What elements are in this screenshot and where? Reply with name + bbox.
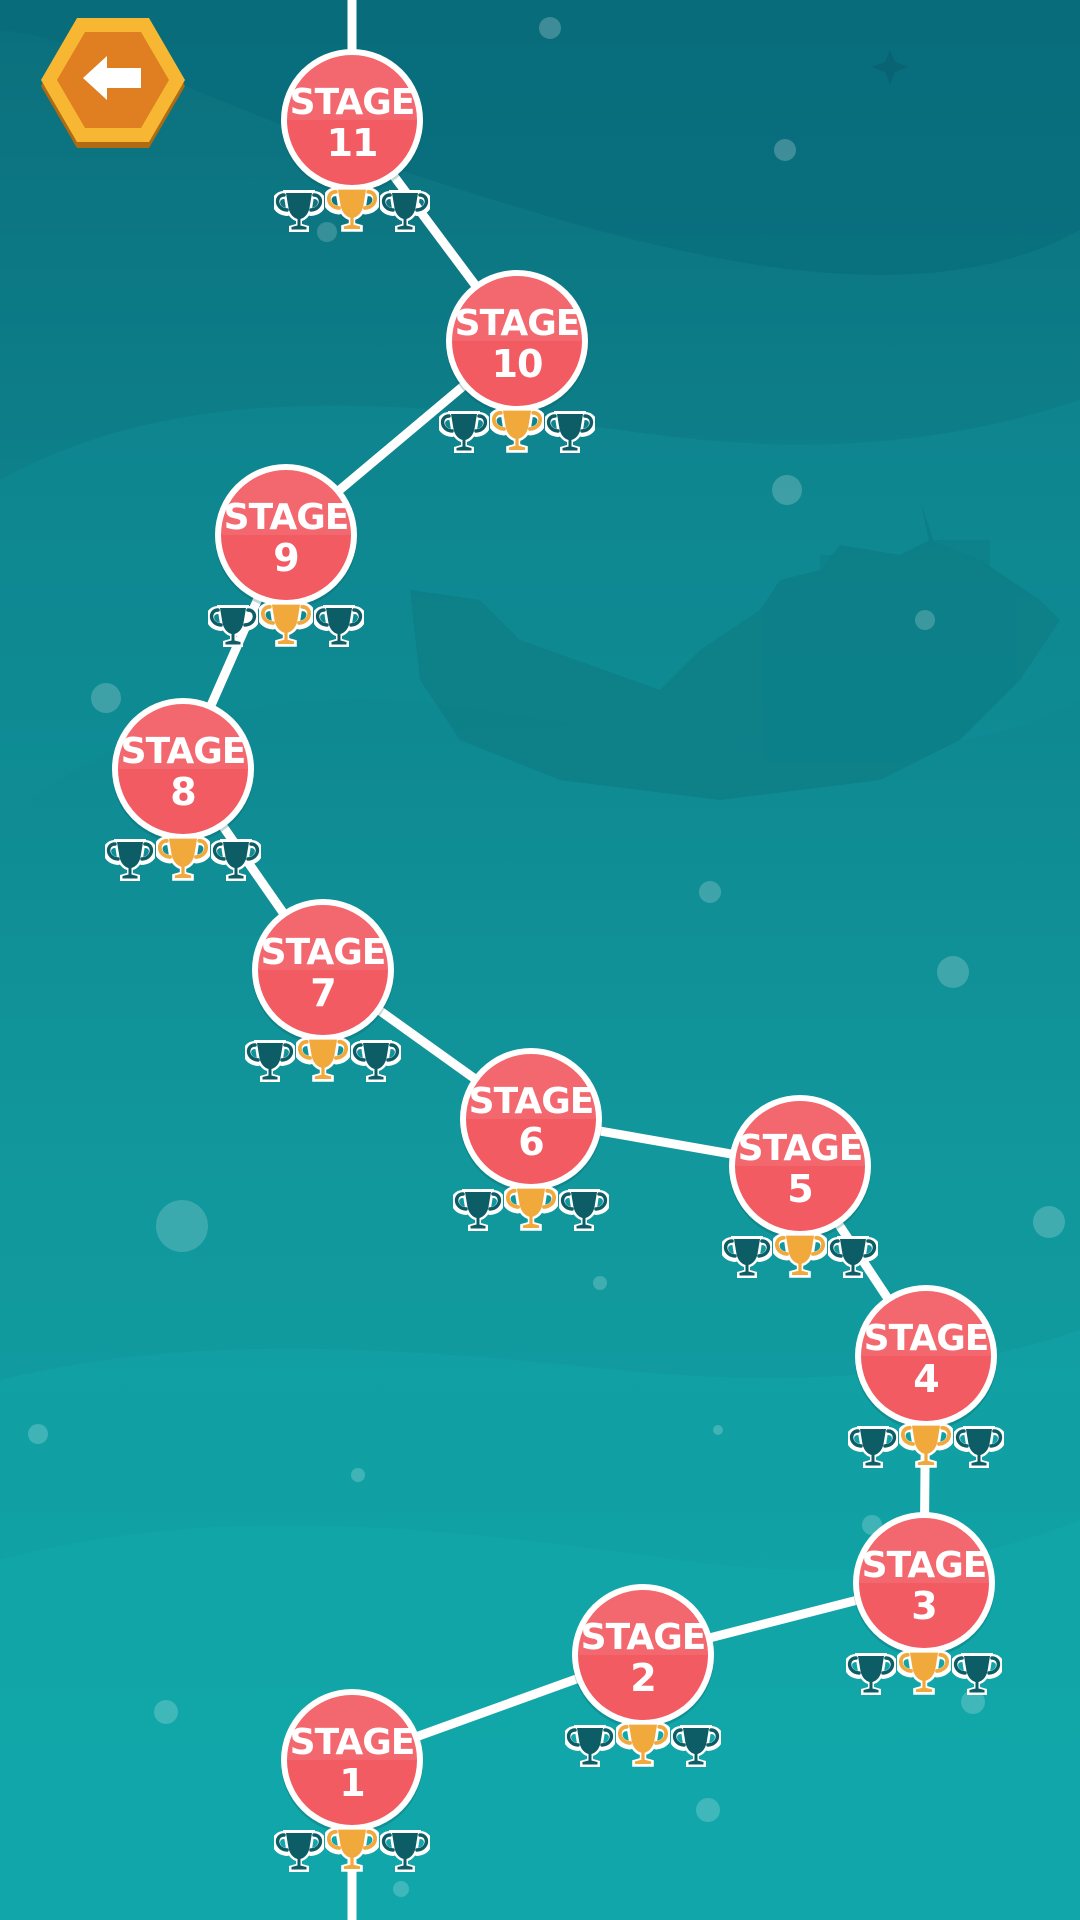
trophy-row bbox=[848, 1649, 1000, 1695]
dark-trophy-icon bbox=[724, 1236, 770, 1278]
stage-label-line1: STAGE bbox=[455, 303, 580, 344]
stage-node-4[interactable]: STAGE4 bbox=[850, 1285, 1002, 1468]
trophy-row bbox=[276, 186, 428, 232]
stage-map: STAGE 1 STAGE 2 STAGE 3 STAGE 4 STAGE 5 STAGE 6 STAG… bbox=[0, 0, 1080, 1920]
map-canvas: STAGE1STAGE2STAGE3STAGE4STAGE5STAGE6STAG… bbox=[0, 0, 1080, 1920]
stage-label-number: 1 bbox=[339, 1761, 364, 1805]
stage-label-number: 11 bbox=[327, 121, 378, 165]
stage-node-10[interactable]: STAGE10 bbox=[441, 270, 593, 453]
trophy-row bbox=[247, 1036, 399, 1082]
trophy-row bbox=[567, 1721, 719, 1767]
trophy-row bbox=[107, 835, 259, 881]
stage-node-7[interactable]: STAGE7 bbox=[247, 899, 399, 1082]
stage-node-3[interactable]: STAGE3 bbox=[848, 1512, 1000, 1695]
stage-node-9[interactable]: STAGE9 bbox=[210, 464, 362, 647]
stage-label-number: 2 bbox=[630, 1656, 655, 1700]
trophy-row bbox=[455, 1185, 607, 1231]
stage-label-number: 5 bbox=[787, 1167, 812, 1211]
stage-label-number: 6 bbox=[518, 1120, 543, 1164]
dark-trophy-icon bbox=[276, 190, 322, 232]
trophy-row bbox=[210, 601, 362, 647]
stage-node-8[interactable]: STAGE8 bbox=[107, 698, 259, 881]
gold-trophy-icon bbox=[327, 186, 376, 231]
dark-trophy-icon bbox=[247, 1040, 293, 1082]
stage-node-5[interactable]: STAGE5 bbox=[724, 1095, 876, 1278]
stage-label-line1: STAGE bbox=[290, 82, 415, 123]
stage-label-number: 7 bbox=[310, 971, 335, 1015]
trophy-row bbox=[850, 1422, 1002, 1468]
stage-label-line1: STAGE bbox=[290, 1722, 415, 1763]
gold-trophy-icon bbox=[158, 835, 207, 880]
gold-trophy-icon bbox=[775, 1232, 824, 1277]
stage-node-6[interactable]: STAGE6 bbox=[455, 1048, 607, 1231]
stage-node-11[interactable]: STAGE11 bbox=[276, 49, 428, 232]
stage-label-number: 9 bbox=[273, 536, 298, 580]
stage-label-line1: STAGE bbox=[261, 932, 386, 973]
dark-trophy-icon bbox=[561, 1189, 607, 1231]
stage-label-number: 8 bbox=[170, 770, 195, 814]
dark-trophy-icon bbox=[353, 1040, 399, 1082]
stage-label-line1: STAGE bbox=[738, 1128, 863, 1169]
dark-trophy-icon bbox=[107, 839, 153, 881]
stage-label-number: 4 bbox=[913, 1357, 938, 1401]
gold-trophy-icon bbox=[298, 1036, 347, 1081]
trophy-row bbox=[724, 1232, 876, 1278]
stage-label-number: 10 bbox=[492, 342, 543, 386]
dark-trophy-icon bbox=[455, 1189, 501, 1231]
stage-label-line1: STAGE bbox=[121, 731, 246, 772]
gold-trophy-icon bbox=[506, 1185, 555, 1230]
trophy-row bbox=[276, 1826, 428, 1872]
stage-label-number: 3 bbox=[911, 1584, 936, 1628]
stage-label-line1: STAGE bbox=[224, 497, 349, 538]
stage-label-line1: STAGE bbox=[862, 1545, 987, 1586]
dark-trophy-icon bbox=[382, 190, 428, 232]
stage-label-line1: STAGE bbox=[581, 1617, 706, 1658]
trophy-row bbox=[441, 407, 593, 453]
stage-label-line1: STAGE bbox=[864, 1318, 989, 1359]
stage-label-line1: STAGE bbox=[469, 1081, 594, 1122]
stage-node-1[interactable]: STAGE1 bbox=[276, 1689, 428, 1872]
stage-node-2[interactable]: STAGE2 bbox=[567, 1584, 719, 1767]
